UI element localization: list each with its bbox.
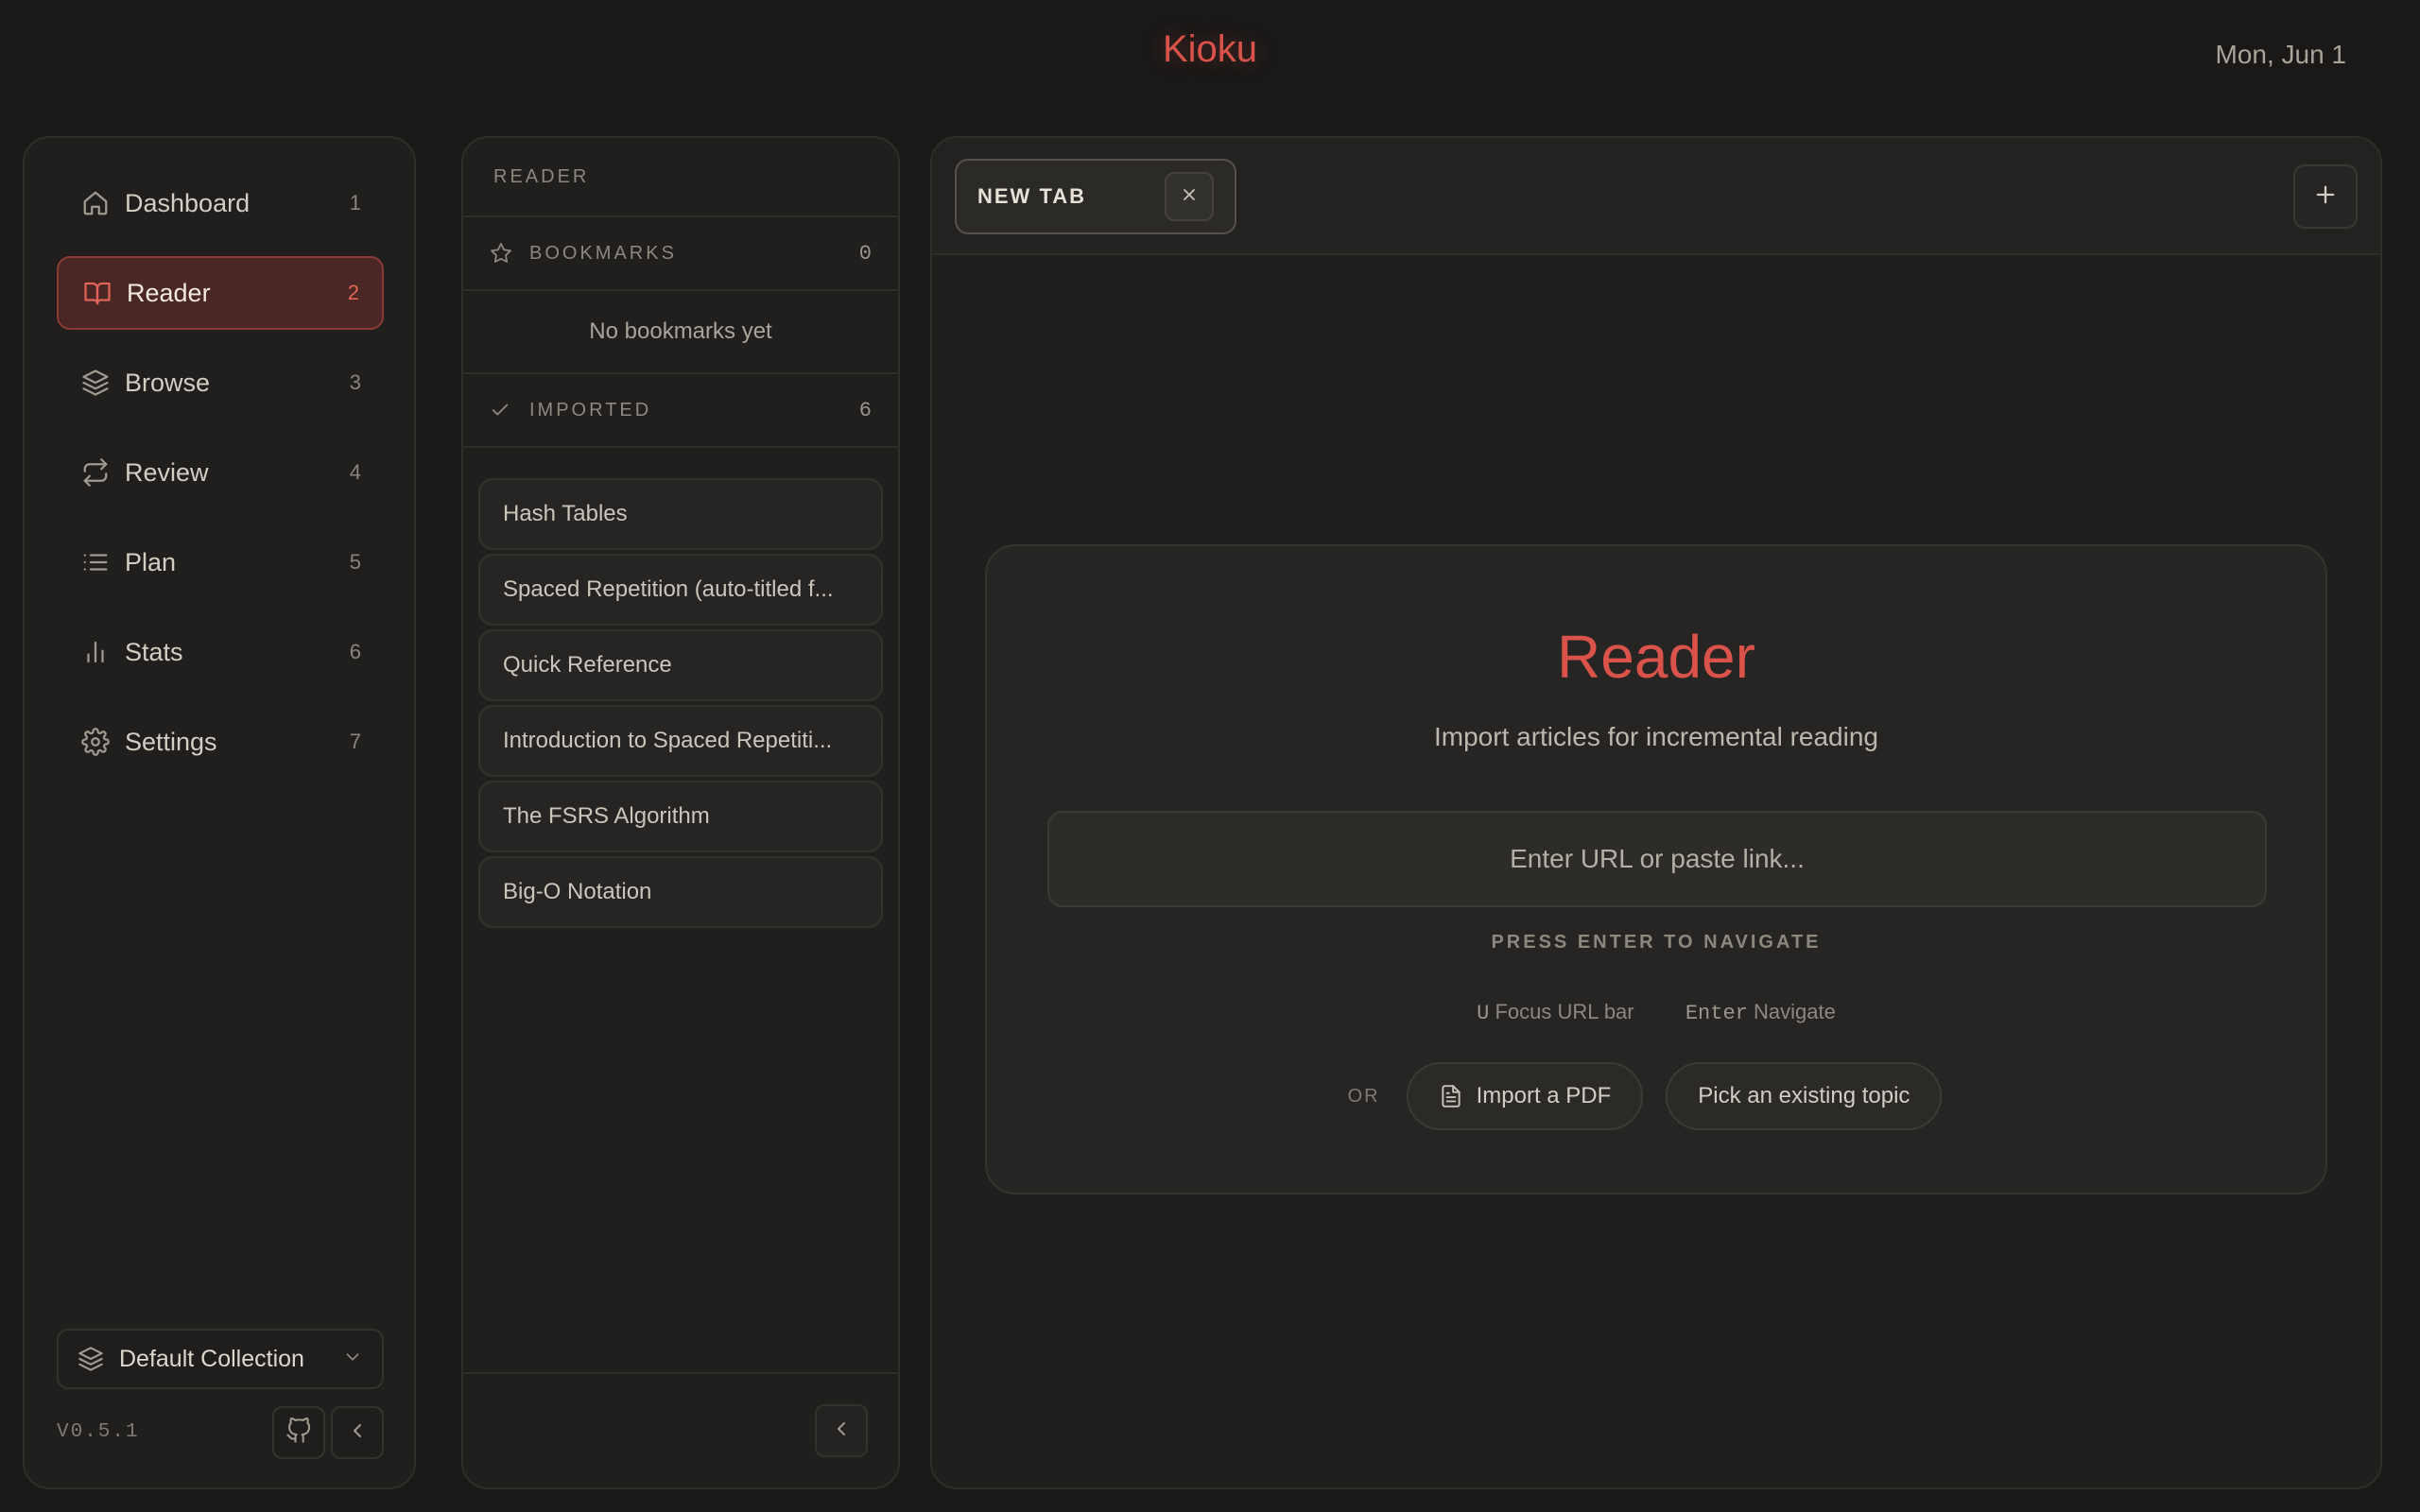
home-icon bbox=[79, 187, 112, 219]
pick-topic-label: Pick an existing topic bbox=[1698, 1083, 1910, 1108]
tab-label: NEW TAB bbox=[977, 184, 1087, 208]
app-title: Kioku bbox=[1162, 28, 1258, 70]
enter-hint: PRESS ENTER TO NAVIGATE bbox=[1491, 932, 1822, 953]
chevron-left-icon bbox=[830, 1418, 853, 1445]
imported-section-header[interactable]: IMPORTED 6 bbox=[463, 374, 898, 448]
reader-list-header: READER bbox=[463, 138, 898, 217]
sidebar-item-settings[interactable]: Settings 7 bbox=[57, 705, 384, 779]
shortcut-label: Navigate bbox=[1754, 1000, 1836, 1023]
list-item[interactable]: Hash Tables bbox=[478, 478, 883, 550]
bookmarks-label: BOOKMARKS bbox=[529, 242, 677, 264]
main-reader-area: NEW TAB Reader Import articles for incre… bbox=[930, 136, 2382, 1489]
chevron-left-icon bbox=[346, 1419, 369, 1447]
sidebar: Dashboard 1 Reader 2 Browse 3 Review 4 P… bbox=[23, 136, 416, 1489]
list-item[interactable]: The FSRS Algorithm bbox=[478, 781, 883, 852]
topic-title: Hash Tables bbox=[503, 501, 628, 526]
repeat-icon bbox=[79, 456, 112, 489]
page-title: Reader bbox=[1557, 623, 1755, 691]
list-item[interactable]: Spaced Repetition (auto-titled f... bbox=[478, 554, 883, 626]
sidebar-item-review[interactable]: Review 4 bbox=[57, 436, 384, 509]
star-icon bbox=[490, 240, 516, 266]
keyboard-shortcuts: U Focus URL bar Enter Navigate bbox=[987, 1000, 2325, 1025]
reader-start-card: Reader Import articles for incremental r… bbox=[985, 544, 2327, 1194]
topic-title: Introduction to Spaced Repetiti... bbox=[503, 728, 833, 753]
github-icon bbox=[285, 1417, 312, 1449]
sidebar-item-label: Stats bbox=[125, 637, 183, 666]
chevron-down-icon bbox=[342, 1347, 363, 1372]
imported-label: IMPORTED bbox=[529, 399, 652, 421]
close-tab-button[interactable] bbox=[1165, 172, 1214, 221]
page-subtitle: Import articles for incremental reading bbox=[1434, 722, 1878, 751]
close-icon bbox=[1180, 185, 1199, 209]
sidebar-item-label: Reader bbox=[127, 278, 211, 307]
sidebar-item-shortcut: 6 bbox=[349, 640, 361, 663]
sidebar-item-shortcut: 3 bbox=[349, 370, 361, 394]
plus-icon bbox=[2312, 181, 2339, 213]
gear-icon bbox=[79, 726, 112, 758]
import-pdf-label: Import a PDF bbox=[1476, 1083, 1612, 1108]
sidebar-item-reader[interactable]: Reader 2 bbox=[57, 256, 384, 330]
book-open-icon bbox=[81, 277, 113, 309]
bookmarks-count: 0 bbox=[858, 241, 872, 266]
tab-bar: NEW TAB bbox=[932, 138, 2380, 255]
topic-title: The FSRS Algorithm bbox=[503, 803, 710, 829]
bar-chart-icon bbox=[79, 636, 112, 668]
github-button[interactable] bbox=[272, 1406, 325, 1459]
sidebar-item-shortcut: 2 bbox=[347, 281, 359, 304]
sidebar-item-label: Settings bbox=[125, 727, 217, 756]
list-item[interactable]: Introduction to Spaced Repetiti... bbox=[478, 705, 883, 777]
reader-list-footer bbox=[463, 1372, 898, 1487]
sidebar-item-label: Review bbox=[125, 457, 209, 487]
sidebar-item-dashboard[interactable]: Dashboard 1 bbox=[57, 166, 384, 240]
sidebar-item-plan[interactable]: Plan 5 bbox=[57, 525, 384, 599]
top-date: Mon, Jun 1 bbox=[2215, 40, 2346, 69]
check-icon bbox=[490, 397, 516, 423]
bookmarks-empty-message: No bookmarks yet bbox=[463, 291, 898, 374]
pick-topic-button[interactable]: Pick an existing topic bbox=[1666, 1062, 1943, 1130]
file-icon bbox=[1439, 1082, 1467, 1110]
sidebar-item-label: Plan bbox=[125, 547, 177, 576]
collapse-reader-list-button[interactable] bbox=[815, 1404, 868, 1457]
sidebar-item-shortcut: 5 bbox=[349, 550, 361, 574]
sidebar-item-shortcut: 7 bbox=[349, 730, 361, 753]
imported-topic-list: Hash Tables Spaced Repetition (auto-titl… bbox=[478, 478, 883, 932]
import-actions: OR Import a PDF Pick an existing topic bbox=[987, 1062, 2325, 1130]
shortcut-label: Focus URL bar bbox=[1495, 1000, 1634, 1023]
url-input[interactable] bbox=[1047, 811, 2267, 907]
sidebar-item-stats[interactable]: Stats 6 bbox=[57, 615, 384, 689]
layers-icon bbox=[79, 367, 112, 399]
app-version: V0.5.1 bbox=[57, 1421, 140, 1443]
topic-title: Spaced Repetition (auto-titled f... bbox=[503, 576, 834, 602]
tab-new-tab[interactable]: NEW TAB bbox=[955, 159, 1236, 234]
or-label: OR bbox=[1347, 1085, 1380, 1107]
sidebar-item-label: Dashboard bbox=[125, 188, 251, 217]
layers-icon bbox=[78, 1345, 106, 1373]
sidebar-item-shortcut: 4 bbox=[349, 460, 361, 484]
collapse-sidebar-button[interactable] bbox=[331, 1406, 384, 1459]
topic-title: Big-O Notation bbox=[503, 879, 652, 904]
imported-count: 6 bbox=[858, 398, 872, 422]
shortcut-key: Enter bbox=[1685, 1002, 1748, 1025]
add-tab-button[interactable] bbox=[2293, 164, 2358, 229]
list-item[interactable]: Quick Reference bbox=[478, 629, 883, 701]
sidebar-item-shortcut: 1 bbox=[349, 191, 361, 215]
sidebar-item-browse[interactable]: Browse 3 bbox=[57, 346, 384, 420]
shortcut-key: U bbox=[1477, 1002, 1490, 1025]
reader-list-panel: READER BOOKMARKS 0 No bookmarks yet IMPO… bbox=[461, 136, 900, 1489]
topic-title: Quick Reference bbox=[503, 652, 672, 678]
collection-select[interactable]: Default Collection bbox=[57, 1329, 384, 1389]
list-item[interactable]: Big-O Notation bbox=[478, 856, 883, 928]
sidebar-nav: Dashboard 1 Reader 2 Browse 3 Review 4 P… bbox=[57, 166, 384, 795]
bookmarks-section-header[interactable]: BOOKMARKS 0 bbox=[463, 217, 898, 291]
collection-label: Default Collection bbox=[119, 1345, 304, 1372]
list-icon bbox=[79, 546, 112, 578]
import-pdf-button[interactable]: Import a PDF bbox=[1406, 1062, 1644, 1130]
sidebar-item-label: Browse bbox=[125, 368, 211, 397]
